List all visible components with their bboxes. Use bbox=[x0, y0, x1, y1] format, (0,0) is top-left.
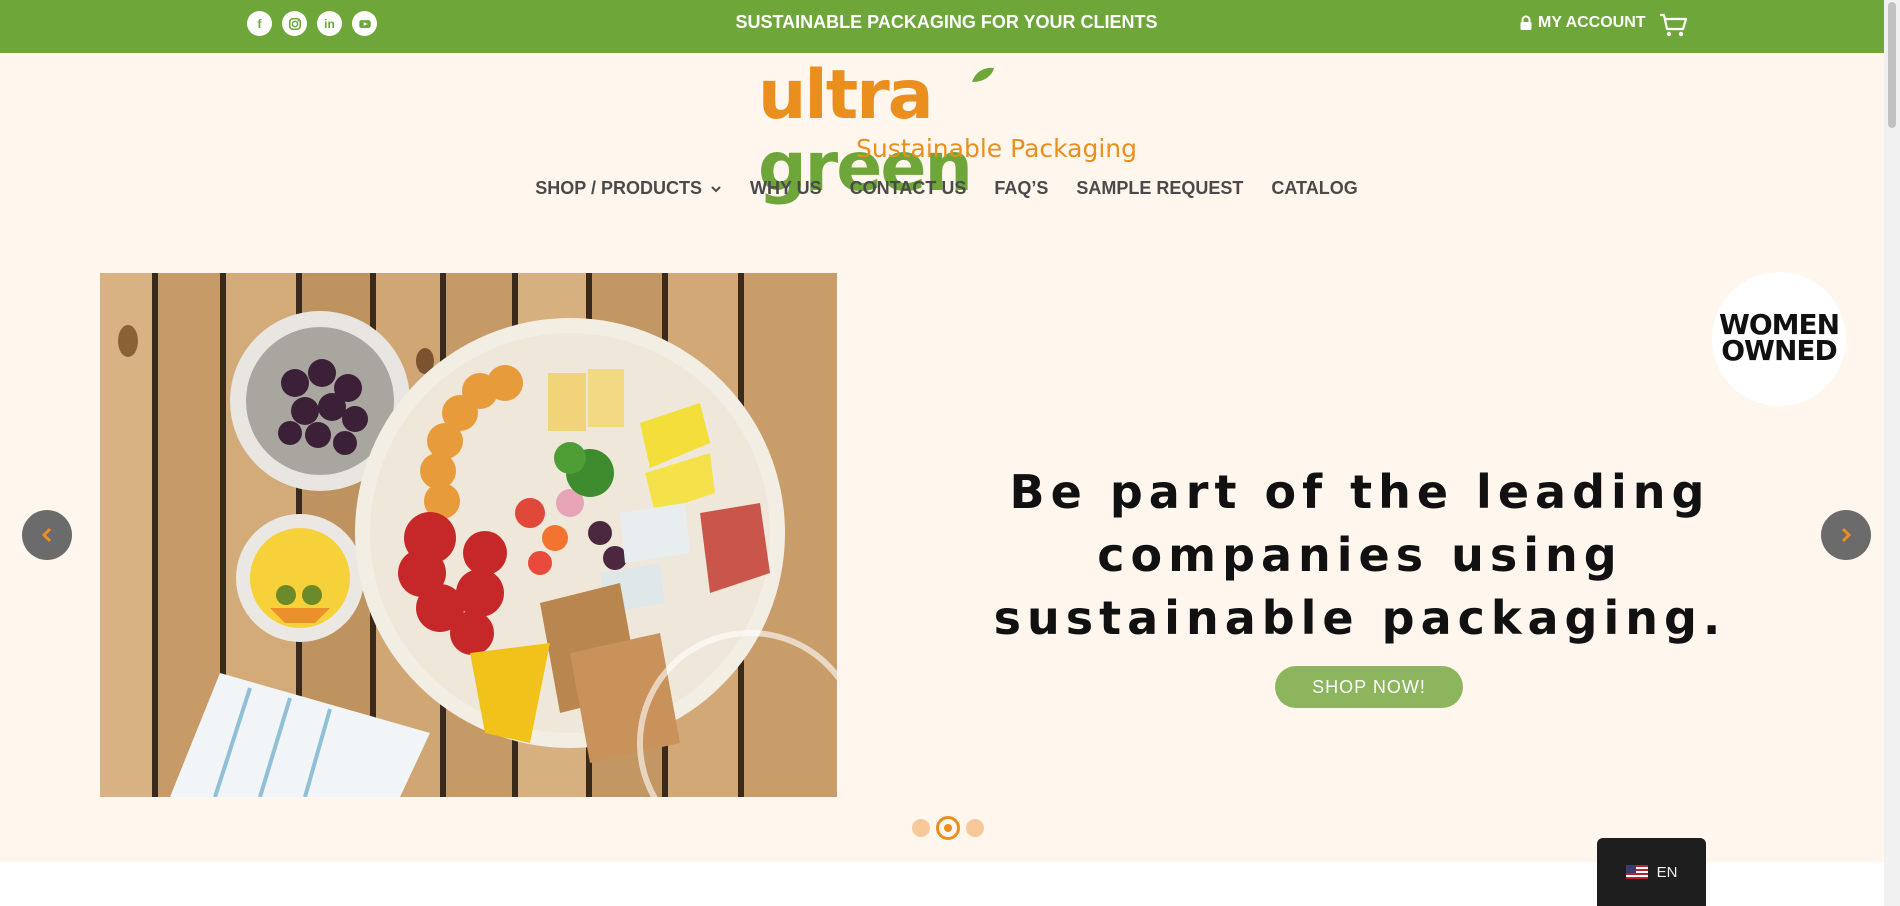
nav-item-catalog[interactable]: CATALOG bbox=[1271, 178, 1357, 199]
logo-subtitle: Sustainable Packaging bbox=[856, 134, 1138, 163]
logo-word-ultra: ultra bbox=[758, 56, 934, 135]
cart-icon[interactable] bbox=[1658, 11, 1688, 39]
women-owned-badge: WOMEN OWNED bbox=[1712, 272, 1846, 406]
top-bar: f in SUSTAINABLE PACKAGING FOR YOUR CLIE… bbox=[0, 0, 1900, 53]
ultra-green-logo[interactable]: ultra green Sustainable Packaging bbox=[758, 60, 1137, 204]
leaf-icon bbox=[972, 67, 994, 82]
my-account-link[interactable]: MY ACCOUNT bbox=[1519, 14, 1646, 32]
chevron-right-icon bbox=[1841, 527, 1852, 543]
lock-icon bbox=[1520, 15, 1532, 30]
nav-item-why-us[interactable]: WHY US bbox=[750, 178, 822, 199]
slider-dot-2[interactable] bbox=[936, 816, 960, 840]
nav-item-shop-products[interactable]: SHOP / PRODUCTS bbox=[535, 178, 722, 199]
page-scrollbar[interactable] bbox=[1884, 0, 1900, 906]
slider-prev-button[interactable] bbox=[22, 510, 72, 560]
nav-item-label: SHOP / PRODUCTS bbox=[535, 178, 702, 198]
us-flag-icon bbox=[1625, 865, 1648, 879]
chevron-down-icon bbox=[711, 185, 721, 192]
hero-headline: Be part of the leading companies using s… bbox=[993, 465, 1727, 645]
language-switcher[interactable]: EN bbox=[1597, 838, 1706, 906]
main-nav: SHOP / PRODUCTS WHY US CONTACT US FAQ’S … bbox=[0, 178, 1893, 199]
badge-line-2: OWNED bbox=[1721, 334, 1838, 367]
slider-dot-1[interactable] bbox=[912, 819, 930, 837]
my-account-label: MY ACCOUNT bbox=[1538, 14, 1646, 31]
shop-now-button[interactable]: SHOP NOW! bbox=[1275, 666, 1463, 708]
chevron-left-icon bbox=[41, 527, 52, 543]
language-code: EN bbox=[1656, 863, 1678, 881]
nav-item-faqs[interactable]: FAQ’S bbox=[994, 178, 1048, 199]
slider-dots bbox=[912, 816, 984, 840]
hero-slide-image bbox=[100, 273, 837, 797]
nav-item-contact-us[interactable]: CONTACT US bbox=[850, 178, 967, 199]
scrollbar-thumb[interactable] bbox=[1888, 2, 1896, 128]
slider-next-button[interactable] bbox=[1821, 510, 1871, 560]
slider-dot-3[interactable] bbox=[966, 819, 984, 837]
nav-item-sample-request[interactable]: SAMPLE REQUEST bbox=[1076, 178, 1243, 199]
